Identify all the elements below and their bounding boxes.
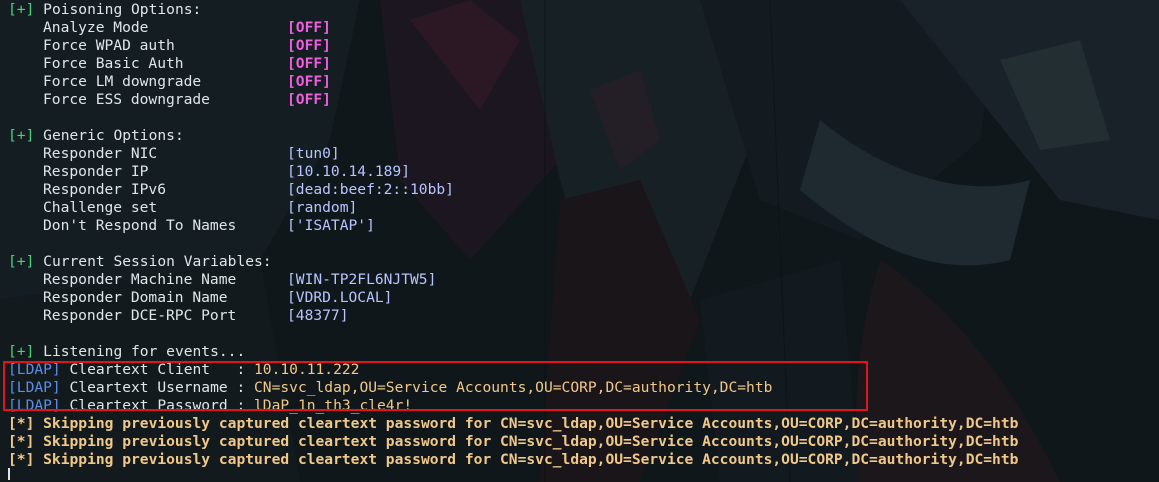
option-value: [OFF] <box>287 37 331 54</box>
option-row-responder-nic: Responder NIC [tun0] <box>8 145 1018 163</box>
option-label: Don't Respond To Names <box>43 217 237 234</box>
option-value: ['ISATAP'] <box>287 217 375 234</box>
section-title: Generic Options: <box>43 127 184 144</box>
listening-status: [+] Listening for events... <box>8 343 1018 361</box>
option-value: [10.10.14.189] <box>287 163 411 180</box>
section-header-session: [+] Current Session Variables: <box>8 253 1018 271</box>
option-label: Responder NIC <box>43 145 158 162</box>
option-row-force-basic-auth: Force Basic Auth [OFF] <box>8 55 1018 73</box>
option-value: [OFF] <box>287 73 331 90</box>
option-label: Force LM downgrade <box>43 73 202 90</box>
option-value: [OFF] <box>287 55 331 72</box>
option-value: [OFF] <box>287 91 331 108</box>
section-header-poisoning: [+] Poisoning Options: <box>8 1 1018 19</box>
option-value: [random] <box>287 199 358 216</box>
option-row-force-lm-downgrade: Force LM downgrade [OFF] <box>8 73 1018 91</box>
option-row-dce-rpc-port: Responder DCE-RPC Port [48377] <box>8 307 1018 325</box>
option-row-responder-ip: Responder IP [10.10.14.189] <box>8 163 1018 181</box>
option-label: Responder IP <box>43 163 149 180</box>
section-title: Current Session Variables: <box>43 253 272 270</box>
option-label: Force Basic Auth <box>43 55 184 72</box>
status-marker: [+] <box>8 343 35 360</box>
option-label: Analyze Mode <box>43 19 149 36</box>
option-label: Challenge set <box>43 199 158 216</box>
status-marker: [+] <box>8 1 35 18</box>
option-value: [tun0] <box>287 145 340 162</box>
status-marker: [+] <box>8 253 35 270</box>
skip-message: [*] Skipping previously captured clearte… <box>8 415 1019 432</box>
option-row-challenge-set: Challenge set [random] <box>8 199 1018 217</box>
option-label: Responder Machine Name <box>43 271 237 288</box>
option-row-force-ess-downgrade: Force ESS downgrade [OFF] <box>8 91 1018 109</box>
option-row-responder-ipv6: Responder IPv6 [dead:beef:2::10bb] <box>8 181 1018 199</box>
option-label: Responder Domain Name <box>43 289 228 306</box>
section-header-generic: [+] Generic Options: <box>8 127 1018 145</box>
terminal-cursor[interactable] <box>8 468 10 480</box>
option-value: [VDRD.LOCAL] <box>287 289 393 306</box>
skip-message: [*] Skipping previously captured clearte… <box>8 433 1019 450</box>
option-row-domain-name: Responder Domain Name [VDRD.LOCAL] <box>8 289 1018 307</box>
highlight-box <box>3 361 868 411</box>
option-row-dont-respond-names: Don't Respond To Names ['ISATAP'] <box>8 217 1018 235</box>
option-label: Responder IPv6 <box>43 181 167 198</box>
listening-text: Listening for events... <box>43 343 246 360</box>
option-label: Force ESS downgrade <box>43 91 210 108</box>
skip-message: [*] Skipping previously captured clearte… <box>8 451 1019 468</box>
option-value: [OFF] <box>287 19 331 36</box>
section-title: Poisoning Options: <box>43 1 202 18</box>
option-label: Force WPAD auth <box>43 37 175 54</box>
option-row-machine-name: Responder Machine Name [WIN-TP2FL6NJTW5] <box>8 271 1018 289</box>
status-marker: [+] <box>8 127 35 144</box>
option-row-analyze-mode: Analyze Mode [OFF] <box>8 19 1018 37</box>
option-value: [WIN-TP2FL6NJTW5] <box>287 271 437 288</box>
option-value: [48377] <box>287 307 349 324</box>
option-row-force-wpad-auth: Force WPAD auth [OFF] <box>8 37 1018 55</box>
option-value: [dead:beef:2::10bb] <box>287 181 454 198</box>
option-label: Responder DCE-RPC Port <box>43 307 237 324</box>
